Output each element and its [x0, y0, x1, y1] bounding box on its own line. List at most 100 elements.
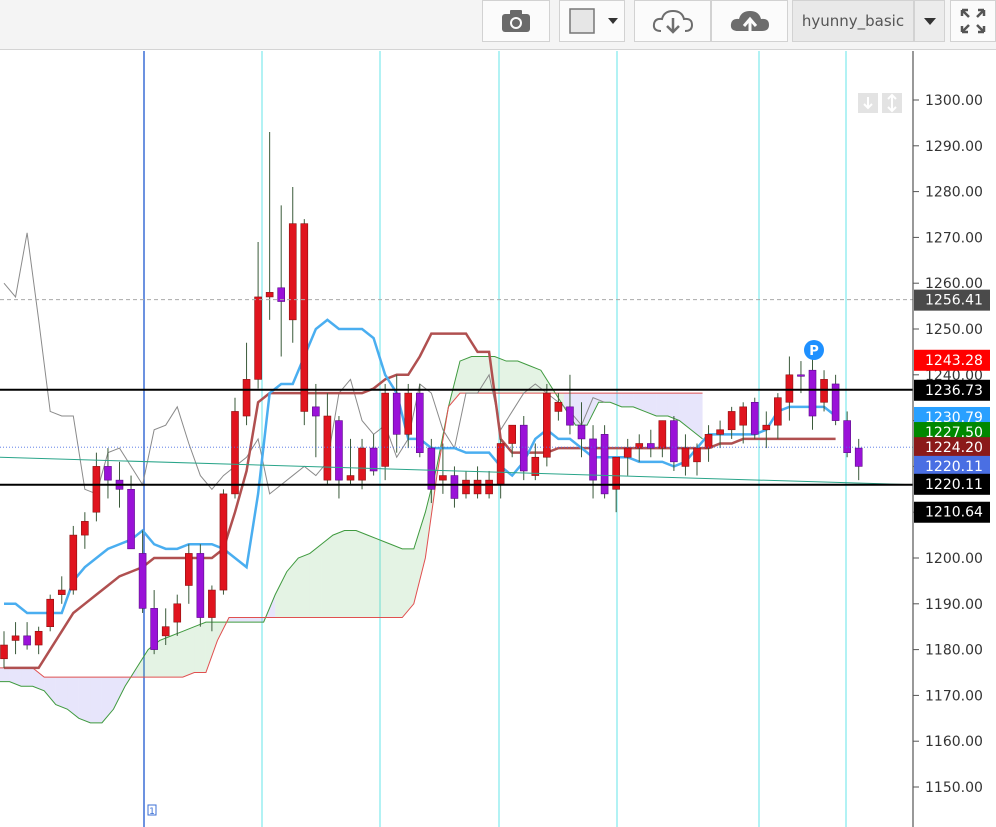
cloud-segment — [691, 393, 703, 439]
ichimoku-chart[interactable]: P1 1300.001290.001280.001270.001260.0012… — [0, 51, 996, 827]
candle — [450, 466, 459, 508]
save-to-cloud-button[interactable] — [634, 0, 711, 42]
candle — [138, 530, 147, 613]
cloud-segment — [656, 393, 668, 417]
cloud-segment — [332, 530, 345, 618]
candle — [496, 438, 505, 499]
color-select-button[interactable] — [559, 0, 625, 42]
cloud-segment — [321, 535, 333, 618]
price-tag-label: 1243.28 — [925, 353, 983, 369]
candle — [127, 475, 135, 550]
cloud-segment — [252, 617, 264, 623]
price-tag: 1220.11 — [914, 473, 990, 495]
candle — [762, 411, 771, 449]
snapshot-button[interactable] — [482, 0, 550, 42]
cloud-segment — [413, 512, 426, 604]
scale-down-button[interactable] — [858, 93, 878, 113]
candle — [92, 452, 101, 522]
candle — [265, 132, 274, 320]
cloud-segment — [0, 667, 10, 682]
candle — [658, 420, 667, 458]
candle — [392, 374, 401, 453]
fullscreen-icon — [960, 8, 986, 34]
cloud-segment — [78, 677, 91, 723]
candle — [670, 416, 678, 471]
scale-fit-button[interactable] — [882, 93, 902, 113]
cloud-segment — [621, 393, 634, 407]
price-tick-label: 1190.00 — [925, 597, 983, 613]
candle — [346, 438, 355, 485]
scale-buttons[interactable] — [858, 93, 902, 113]
candle — [104, 448, 112, 499]
price-tick-label: 1290.00 — [925, 139, 983, 155]
candle — [277, 205, 286, 357]
candle — [300, 219, 309, 426]
cloud-segment — [67, 677, 79, 719]
price-tick-label: 1160.00 — [925, 734, 983, 750]
candle — [854, 438, 863, 481]
price-tag: 1243.28 — [914, 349, 990, 371]
candle — [335, 416, 343, 499]
candle — [843, 411, 851, 458]
candle — [323, 393, 332, 485]
layout-select[interactable]: hyunny_basic — [792, 0, 914, 42]
cloud-segment — [679, 393, 691, 430]
cloud-segment — [298, 553, 310, 618]
candle — [69, 525, 78, 595]
chevron-down-icon — [608, 18, 618, 24]
price-tag-label: 1220.11 — [925, 459, 983, 475]
cloud-segment — [390, 544, 403, 618]
candle — [254, 241, 262, 389]
layout-name-label: hyunny_basic — [801, 12, 905, 30]
candle — [704, 425, 713, 462]
candle — [358, 438, 366, 490]
camera-icon — [502, 10, 530, 32]
candle — [646, 429, 655, 458]
candle — [531, 443, 540, 481]
chart-toolbar: hyunny_basic — [0, 0, 996, 50]
price-tick-label: 1170.00 — [925, 688, 983, 704]
bottom-marker[interactable]: 1 — [147, 804, 157, 817]
candle — [150, 590, 158, 655]
candle — [785, 356, 794, 421]
price-tick-label: 1180.00 — [925, 643, 983, 659]
cloud-segment — [517, 361, 530, 394]
cloud-segment — [194, 622, 206, 673]
cloud-segment — [44, 677, 56, 705]
layout-dropdown-button[interactable] — [914, 0, 945, 42]
candle — [0, 631, 8, 668]
price-tick-label: 1150.00 — [925, 780, 983, 796]
price-tick-label: 1250.00 — [925, 322, 983, 338]
cloud-segment — [113, 677, 126, 710]
load-from-cloud-button[interactable] — [711, 0, 788, 42]
fullscreen-button[interactable] — [950, 0, 996, 42]
candle — [797, 361, 805, 394]
candle — [808, 356, 817, 430]
candle — [81, 512, 89, 549]
price-tag-label: 1210.64 — [925, 505, 983, 521]
cloud-segment — [229, 617, 241, 623]
event-marker-p[interactable]: P — [804, 340, 824, 360]
price-tag: 1220.11 — [914, 455, 990, 477]
candle — [288, 187, 297, 343]
cloud-segment — [90, 677, 102, 723]
cloud-segment — [286, 558, 299, 618]
candle — [519, 416, 528, 481]
ichimoku-cloud — [0, 355, 703, 724]
cloud-segment — [356, 530, 368, 618]
cloud-segment — [240, 617, 253, 623]
candle — [46, 594, 55, 632]
color-select-graphic — [569, 8, 618, 34]
candle — [831, 374, 840, 426]
candle — [623, 438, 632, 476]
candle — [23, 622, 31, 650]
cloud-upload-icon — [730, 11, 769, 33]
cloud-segment — [460, 356, 472, 394]
price-tick-label: 1280.00 — [925, 185, 983, 201]
cloud-segment — [494, 356, 507, 394]
cloud-segment — [171, 631, 183, 678]
cloud-segment — [344, 530, 357, 618]
candle — [242, 342, 251, 426]
color-swatch-icon — [569, 8, 595, 34]
candle — [820, 370, 828, 412]
